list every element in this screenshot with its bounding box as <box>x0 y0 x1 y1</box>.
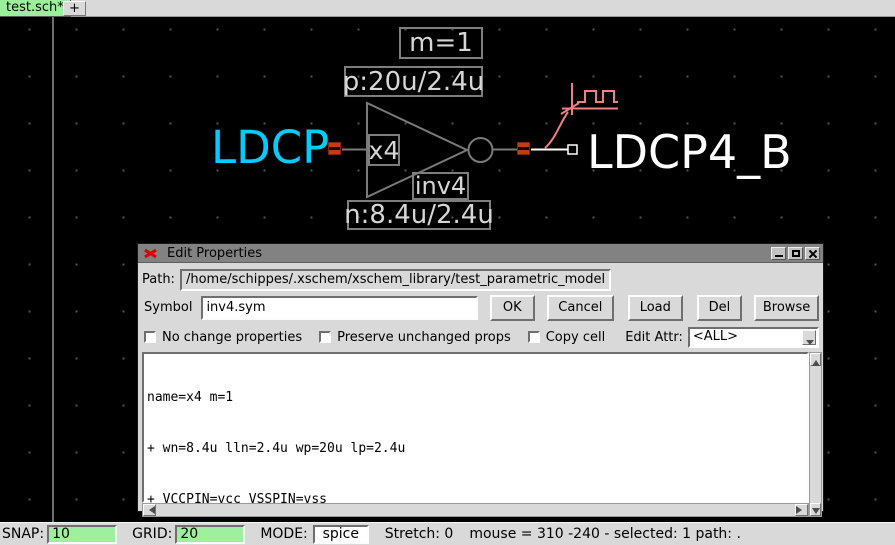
scroll-left-icon <box>145 506 155 514</box>
del-button[interactable]: Del <box>697 295 742 321</box>
ok-button[interactable]: OK <box>490 295 535 321</box>
browse-button[interactable]: Browse <box>754 295 819 321</box>
no-change-properties-checkbox[interactable] <box>144 331 156 343</box>
new-tab-button[interactable]: + <box>63 1 86 16</box>
edit-attr-value: <ALL> <box>693 329 738 344</box>
grid-label: GRID: <box>132 526 172 542</box>
snap-input[interactable]: 10 <box>47 525 117 544</box>
scroll-up-icon <box>812 356 820 366</box>
status-bar: SNAP: 10 GRID: 20 MODE: spice Stretch: 0… <box>0 522 895 545</box>
param-label-n[interactable]: n:8.4u/2.4u <box>347 200 491 230</box>
pulse-waveform-icon <box>577 91 618 102</box>
net-terminal-square <box>568 145 577 154</box>
tab-bar: test.sch* + <box>0 0 895 17</box>
param-label-p[interactable]: p:20u/2.4u <box>344 66 483 97</box>
instance-mult-label[interactable]: x4 <box>368 134 400 166</box>
dialog-titlebar[interactable]: Edit Properties <box>138 244 823 263</box>
preserve-unchanged-props-label: Preserve unchanged props <box>337 330 511 345</box>
net-label-input[interactable]: LDCP <box>211 125 329 170</box>
close-button[interactable] <box>805 247 820 260</box>
snap-label: SNAP: <box>2 526 44 542</box>
maximize-button[interactable] <box>788 247 803 260</box>
no-change-properties-label: No change properties <box>162 330 302 345</box>
symbol-input[interactable]: inv4.sym <box>201 296 477 320</box>
launcher-arc <box>545 112 568 148</box>
tab-test-sch[interactable]: test.sch* <box>0 0 71 17</box>
param-label-m[interactable]: m=1 <box>399 27 483 59</box>
stretch-status: Stretch: 0 <box>385 526 454 542</box>
maximize-icon <box>792 250 800 257</box>
scroll-right-icon <box>796 506 806 514</box>
cancel-button[interactable]: Cancel <box>547 295 614 321</box>
symbol-label: Symbol <box>144 300 192 315</box>
mouse-info-status: mouse = 310 -240 - selected: 1 path: . <box>469 526 741 542</box>
tab-label: test.sch* <box>6 0 64 15</box>
edit-properties-dialog: Edit Properties Path: /home/schippes/.xs… <box>137 243 824 512</box>
scroll-down-button[interactable] <box>810 503 821 516</box>
output-net-wire[interactable] <box>531 145 577 154</box>
minimize-button[interactable] <box>771 247 786 260</box>
minimize-icon <box>775 255 783 257</box>
mode-input[interactable]: spice <box>313 525 369 544</box>
symbol-name-label[interactable]: inv4 <box>412 172 469 200</box>
output-pin-square[interactable] <box>517 142 530 155</box>
vertical-scrollbar[interactable] <box>809 352 822 517</box>
input-pin-square[interactable] <box>328 142 341 155</box>
scroll-down-icon <box>812 508 820 518</box>
edit-attr-combobox[interactable]: <ALL> <box>688 327 819 348</box>
copy-cell-checkbox[interactable] <box>528 331 540 343</box>
scroll-left-button[interactable] <box>143 504 156 516</box>
path-value: /home/schippes/.xschem/xschem_library/te… <box>180 269 611 291</box>
inverter-bubble <box>469 138 493 162</box>
edit-attr-label: Edit Attr: <box>625 330 683 345</box>
grid-input[interactable]: 20 <box>175 525 245 544</box>
properties-textarea[interactable]: name=x4 m=1 + wn=8.4u lln=2.4u wp=20u lp… <box>142 352 809 503</box>
textarea-line: + wn=8.4u lln=2.4u wp=20u lp=2.4u <box>147 440 807 457</box>
mode-label: MODE: <box>260 526 307 542</box>
net-label-output[interactable]: LDCP4_B <box>587 129 792 175</box>
scroll-up-button[interactable] <box>810 353 821 366</box>
horizontal-scrollbar[interactable] <box>142 503 809 517</box>
dialog-title: Edit Properties <box>167 246 262 261</box>
textarea-line: name=x4 m=1 <box>147 389 807 406</box>
preserve-unchanged-props-checkbox[interactable] <box>319 331 331 343</box>
copy-cell-label: Copy cell <box>546 330 605 345</box>
xschem-logo-icon <box>143 247 158 259</box>
scroll-right-button[interactable] <box>795 504 808 516</box>
path-label: Path: <box>142 272 175 287</box>
chevron-down-icon[interactable] <box>802 330 816 345</box>
load-button[interactable]: Load <box>628 295 683 321</box>
